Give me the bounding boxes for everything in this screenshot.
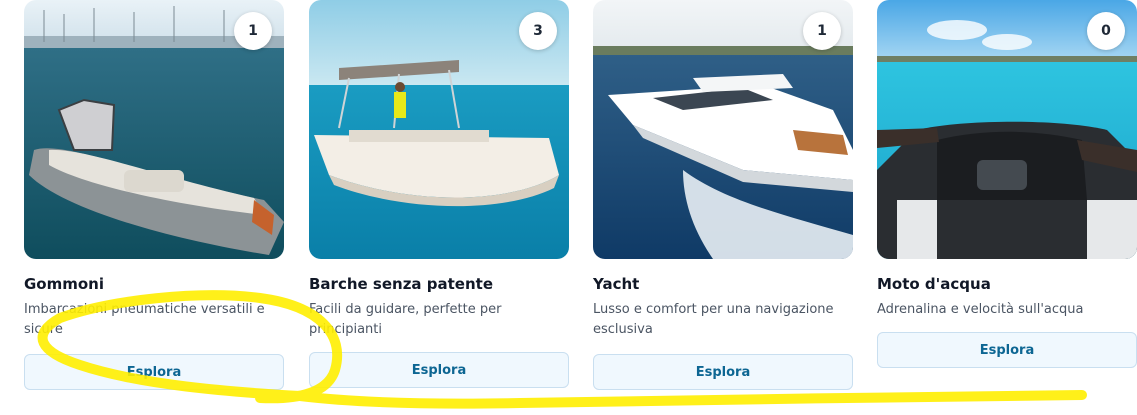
category-card-barche-senza-patente[interactable]: 3 Barche senza patente Facili da guidare… xyxy=(309,0,569,388)
boat-count-badge: 0 xyxy=(1087,12,1125,50)
explore-button[interactable]: Esplora xyxy=(309,352,569,388)
explore-button[interactable]: Esplora xyxy=(24,354,284,390)
boat-count-badge: 1 xyxy=(803,12,841,50)
explore-button[interactable]: Esplora xyxy=(593,354,853,390)
gommoni-image[interactable]: 1 xyxy=(24,0,284,259)
card-description: Facili da guidare, perfette per principi… xyxy=(309,302,502,337)
category-card-moto-d-acqua[interactable]: 0 Moto d'acqua Adrenalina e velocità sul… xyxy=(877,0,1137,368)
explore-button[interactable]: Esplora xyxy=(877,332,1137,368)
card-description: Imbarcazioni pneumatiche versatili e sic… xyxy=(24,302,265,337)
card-title: Yacht xyxy=(593,275,640,293)
category-card-yacht[interactable]: 1 Yacht Lusso e comfort per una navigazi… xyxy=(593,0,853,390)
card-title: Barche senza patente xyxy=(309,275,493,293)
barche-senza-patente-image[interactable]: 3 xyxy=(309,0,569,259)
card-description: Lusso e comfort per una navigazione escl… xyxy=(593,302,834,337)
boat-count-badge: 1 xyxy=(234,12,272,50)
card-title: Moto d'acqua xyxy=(877,275,991,293)
boat-count-badge: 3 xyxy=(519,12,557,50)
card-title: Gommoni xyxy=(24,275,105,293)
yacht-image[interactable]: 1 xyxy=(593,0,853,259)
card-description: Adrenalina e velocità sull'acqua xyxy=(877,302,1084,317)
moto-d-acqua-image[interactable]: 0 xyxy=(877,0,1137,259)
category-card-gommoni[interactable]: 1 Gommoni Imbarcazioni pneumatiche versa… xyxy=(24,0,284,390)
